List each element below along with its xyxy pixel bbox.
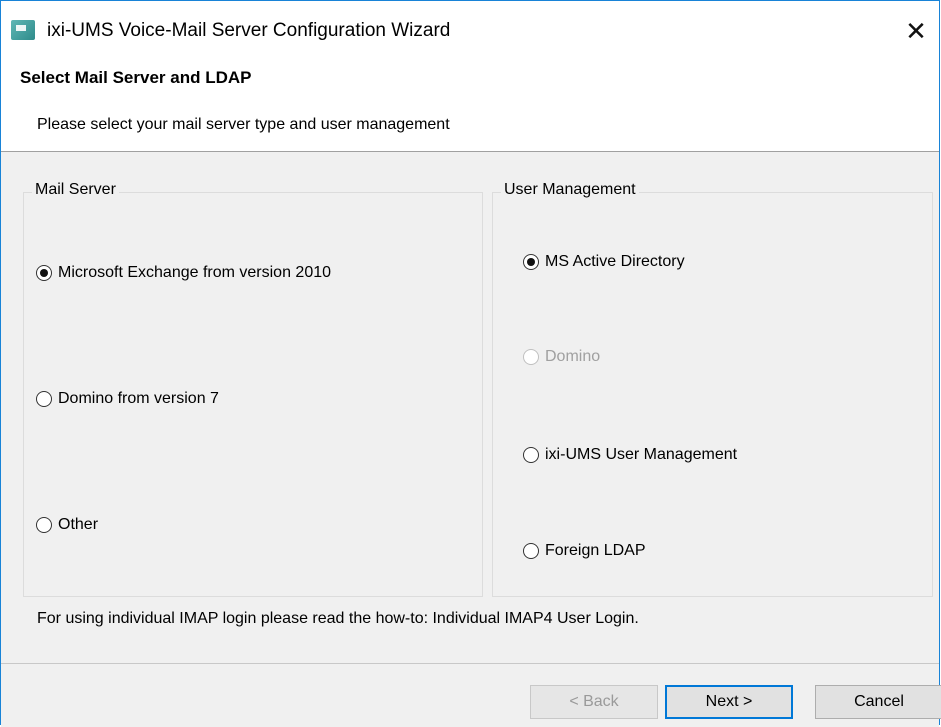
next-button[interactable]: Next > bbox=[665, 685, 793, 719]
close-button[interactable]: ✕ bbox=[893, 9, 939, 53]
radio-foreign-ldap[interactable]: Foreign LDAP bbox=[523, 542, 646, 560]
radio-label: Other bbox=[58, 516, 99, 533]
radio-exchange[interactable]: Microsoft Exchange from version 2010 bbox=[36, 264, 331, 282]
radio-ixi-ums-user-management[interactable]: ixi-UMS User Management bbox=[523, 446, 737, 464]
app-icon bbox=[11, 20, 35, 40]
radio-label: Domino from version 7 bbox=[58, 390, 219, 407]
radio-label: MS Active Directory bbox=[545, 253, 685, 270]
radio-domino-v7[interactable]: Domino from version 7 bbox=[36, 390, 219, 408]
radio-button-icon bbox=[523, 543, 539, 559]
title-bar: ixi-UMS Voice-Mail Server Configuration … bbox=[1, 1, 939, 59]
page-title: Select Mail Server and LDAP bbox=[20, 68, 252, 87]
mail-server-legend: Mail Server bbox=[32, 181, 119, 199]
cancel-button[interactable]: Cancel bbox=[815, 685, 941, 719]
radio-button-icon bbox=[36, 517, 52, 533]
radio-button-icon bbox=[36, 265, 52, 281]
mail-server-group: Mail Server Microsoft Exchange from vers… bbox=[23, 181, 483, 597]
radio-button-icon bbox=[36, 391, 52, 407]
radio-label: ixi-UMS User Management bbox=[545, 446, 738, 463]
radio-label: Domino bbox=[545, 348, 601, 365]
radio-domino: Domino bbox=[523, 348, 600, 366]
radio-button-icon bbox=[523, 349, 539, 365]
radio-other[interactable]: Other bbox=[36, 516, 98, 534]
wizard-window: ixi-UMS Voice-Mail Server Configuration … bbox=[0, 0, 941, 727]
wizard-body: Mail Server Microsoft Exchange from vers… bbox=[1, 151, 941, 727]
user-management-group: User Management MS Active Directory Domi… bbox=[492, 181, 933, 597]
window-title: ixi-UMS Voice-Mail Server Configuration … bbox=[47, 20, 451, 41]
radio-label: Foreign LDAP bbox=[545, 542, 646, 559]
radio-button-icon bbox=[523, 254, 539, 270]
back-button[interactable]: < Back bbox=[530, 685, 658, 719]
radio-label: Microsoft Exchange from version 2010 bbox=[58, 264, 332, 281]
imap-login-note: For using individual IMAP login please r… bbox=[37, 610, 639, 627]
page-description: Please select your mail server type and … bbox=[37, 116, 450, 133]
user-management-legend: User Management bbox=[501, 181, 639, 199]
radio-button-icon bbox=[523, 447, 539, 463]
wizard-header: Select Mail Server and LDAP Please selec… bbox=[1, 59, 939, 151]
radio-ms-active-directory[interactable]: MS Active Directory bbox=[523, 253, 685, 271]
divider bbox=[1, 663, 939, 664]
